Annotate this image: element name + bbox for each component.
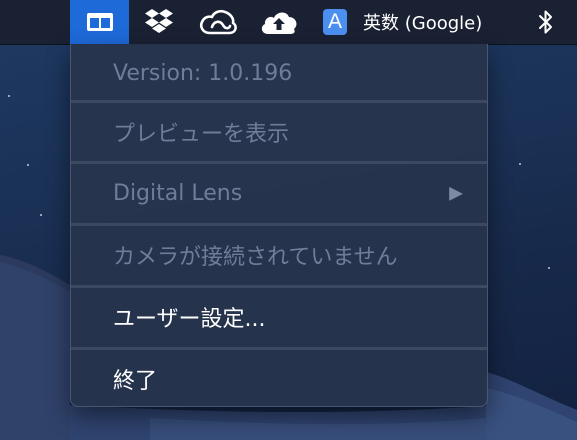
submenu-arrow-icon: ▶: [449, 182, 463, 204]
input-source-menu[interactable]: A 英数 (Google): [320, 0, 510, 44]
menu-item-label: Digital Lens: [113, 180, 243, 206]
dropbox-icon: [145, 9, 173, 33]
menu-item-show-preview: プレビューを表示: [71, 103, 487, 161]
menu-item-label: Version: 1.0.196: [113, 60, 293, 86]
input-source-badge: A: [323, 9, 347, 35]
creative-cloud-status-item[interactable]: [196, 0, 240, 44]
dropbox-status-item[interactable]: [136, 0, 182, 44]
star: [519, 163, 521, 165]
star: [8, 95, 10, 97]
star: [27, 164, 29, 166]
desktop: A 英数 (Google) Version: 1.0.196 プレビューを表示 …: [0, 0, 577, 440]
menu-item-label: ユーザー設定...: [113, 307, 266, 332]
menu-item-quit[interactable]: 終了: [71, 350, 487, 406]
menu-item-camera-status: カメラが接続されていません: [71, 226, 487, 284]
star: [40, 214, 42, 216]
cloud-upload-icon: [261, 12, 297, 34]
creative-cloud-icon: [199, 9, 237, 35]
star: [548, 267, 550, 269]
menu-item-user-settings[interactable]: ユーザー設定...: [71, 288, 487, 346]
upload-status-item[interactable]: [257, 0, 301, 44]
bluetooth-icon: [539, 10, 552, 34]
menu-item-label: プレビューを表示: [113, 122, 290, 147]
menu-item-label: カメラが接続されていません: [113, 245, 398, 270]
menu-item-version: Version: 1.0.196: [71, 44, 487, 102]
app-status-item[interactable]: [70, 0, 129, 44]
menu-item-label: 終了: [113, 369, 158, 394]
input-source-label: 英数 (Google): [363, 13, 483, 34]
menu-item-digital-lens: Digital Lens ▶: [71, 164, 487, 222]
app-dropdown-menu: Version: 1.0.196 プレビューを表示 Digital Lens ▶…: [70, 44, 488, 407]
split-window-icon: [86, 13, 113, 31]
menu-bar: A 英数 (Google): [0, 0, 577, 45]
bluetooth-status-item[interactable]: [532, 0, 560, 44]
